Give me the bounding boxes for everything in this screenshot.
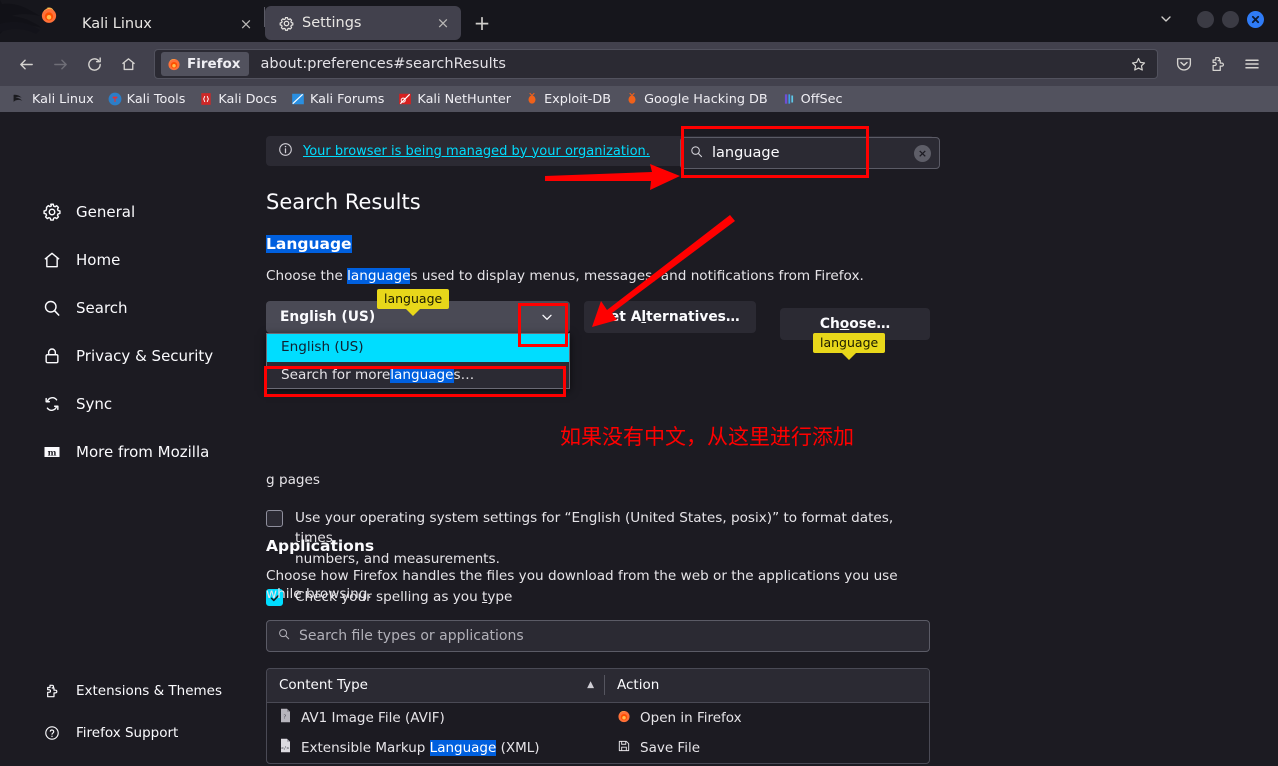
annotation-chinese-note: 如果没有中文，从这里进行添加 — [560, 425, 854, 449]
tooltip-choose-button: language — [813, 333, 886, 353]
tooltip-language-dropdown: language — [377, 289, 450, 309]
annotation-arrow-to-dropdown — [592, 215, 735, 327]
